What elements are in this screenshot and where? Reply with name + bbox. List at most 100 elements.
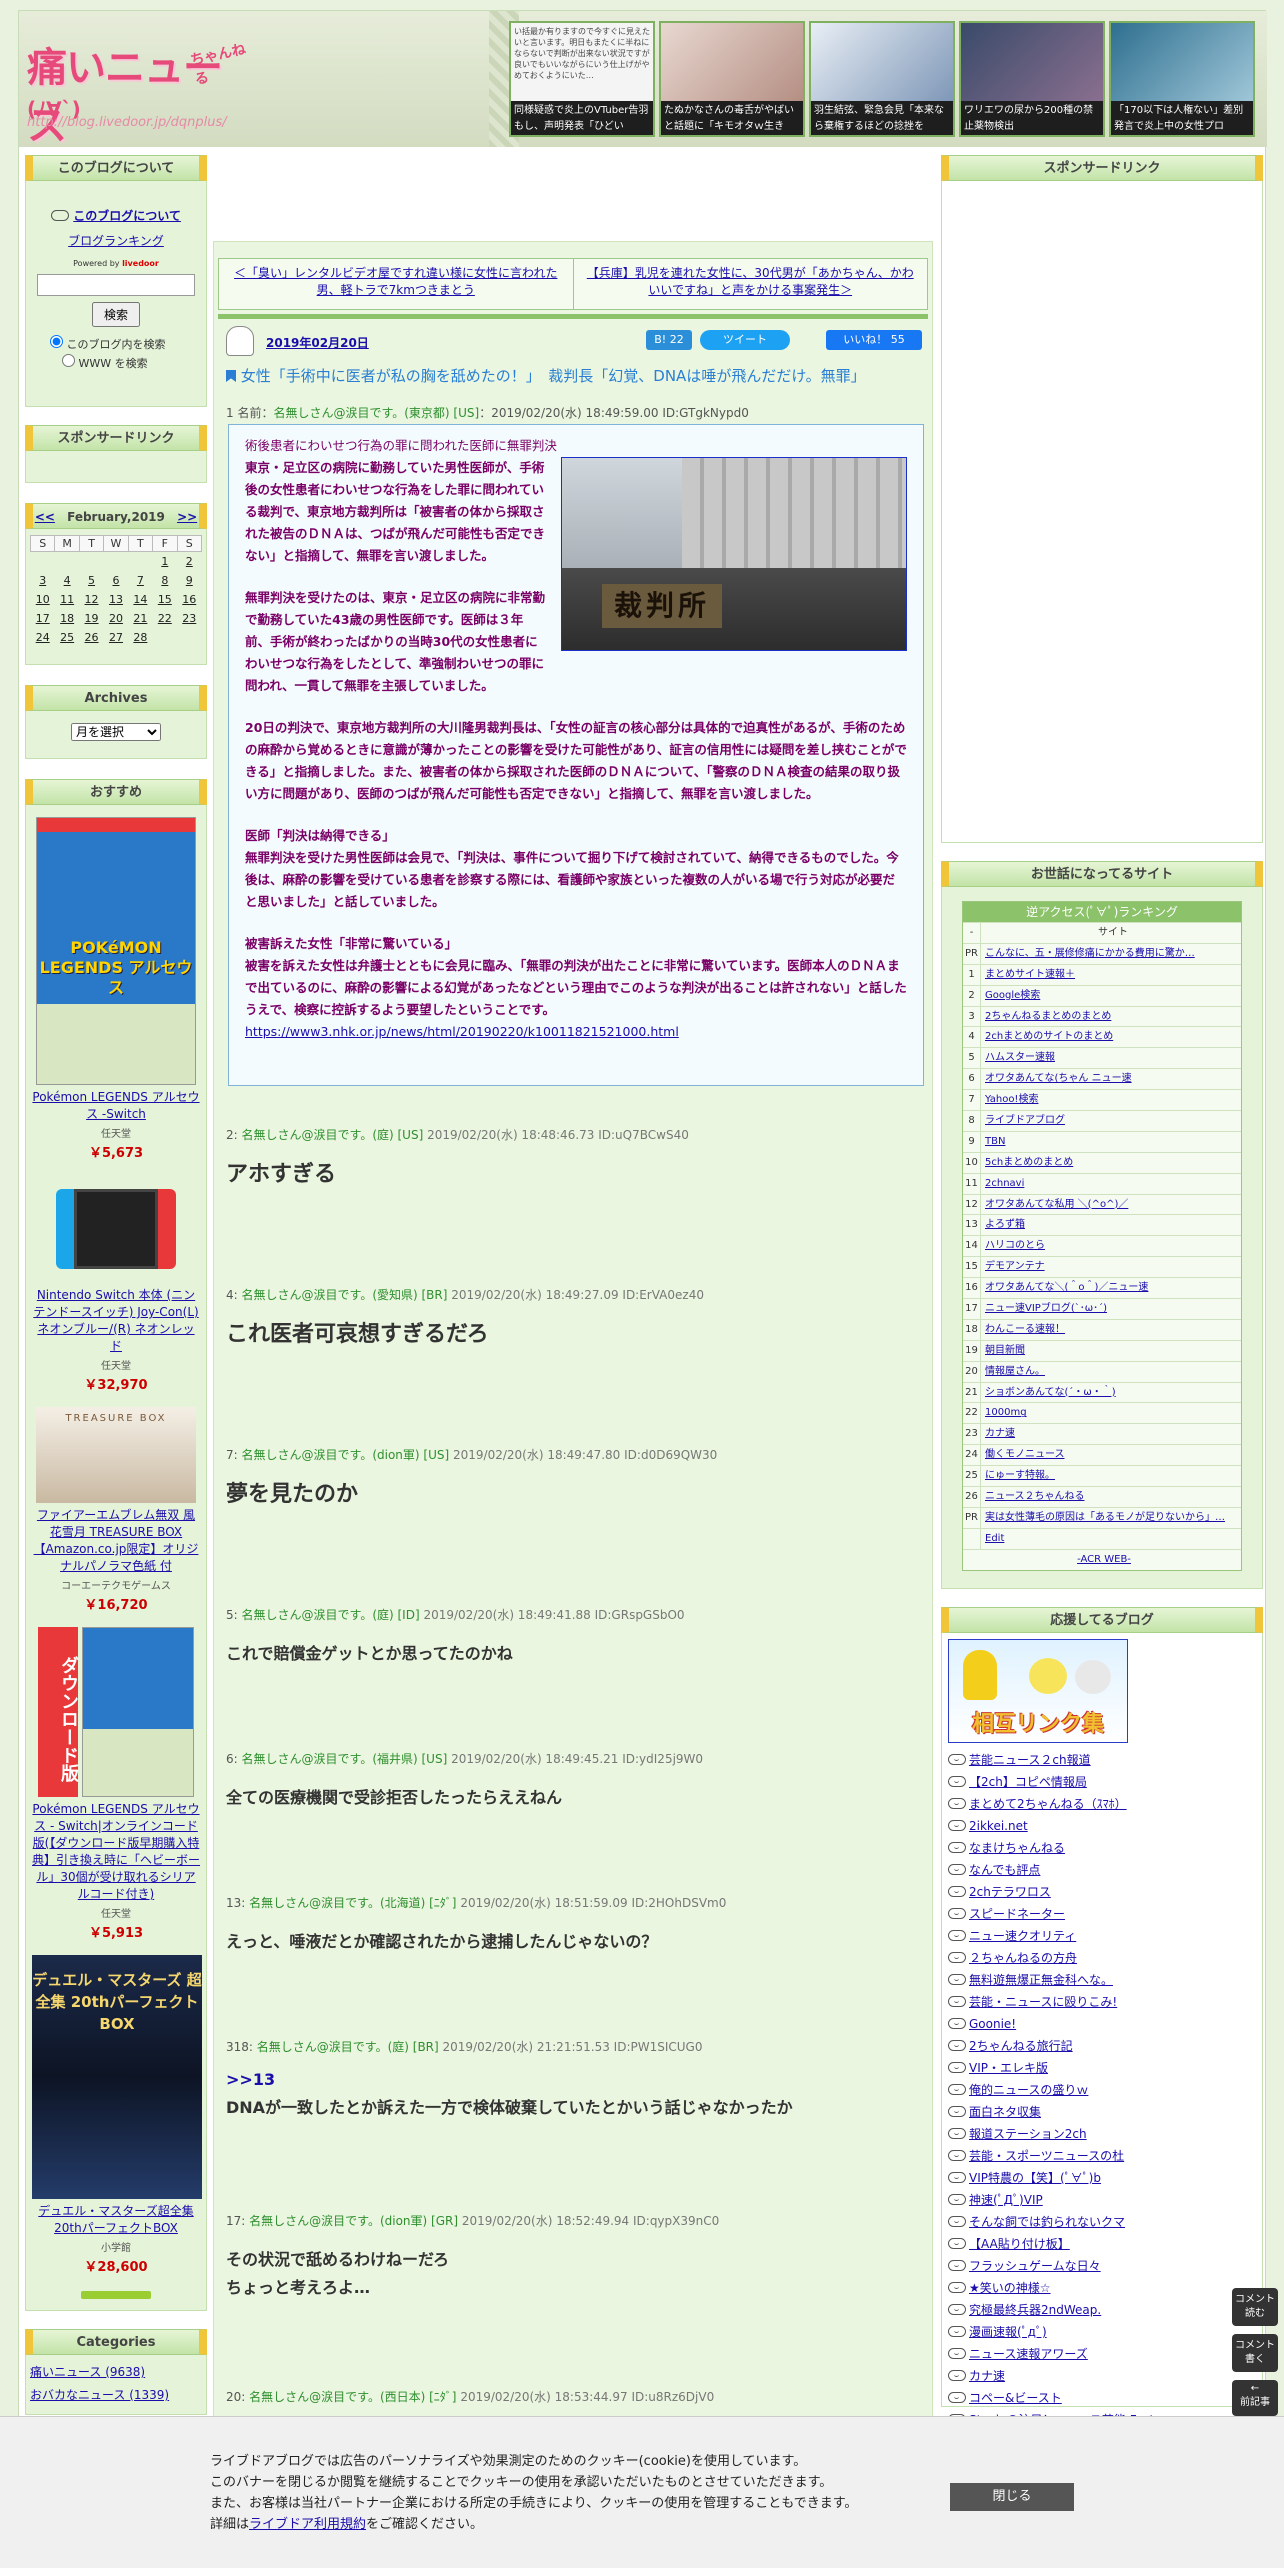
category-link[interactable]: おバカなニュース (1339)	[30, 2388, 169, 2402]
rank-site-link[interactable]: ショボンあんてな(´・ω・｀)	[981, 1383, 1241, 1403]
calendar-day[interactable]: 23	[177, 609, 201, 628]
support-link[interactable]: フラッシュゲームな日々	[969, 2259, 1101, 2273]
hatena-bookmark-button[interactable]: B! 22	[646, 330, 692, 350]
support-link[interactable]: ２ちゃんねるの方舟	[969, 1951, 1077, 1965]
support-link[interactable]: 2chテラワロス	[969, 1885, 1051, 1899]
support-link[interactable]: Goonie!	[969, 2017, 1016, 2031]
calendar-day-link[interactable]: 7	[137, 574, 144, 587]
support-link[interactable]: スピードネーター	[969, 1907, 1065, 1921]
product-name[interactable]: Pokémon LEGENDS アルセウス -Switch	[32, 1089, 200, 1123]
acr-web-link[interactable]: -ACR WEB-	[963, 1550, 1241, 1570]
post-date[interactable]: 2019年02月20日	[266, 334, 369, 351]
calendar-day[interactable]: 28	[128, 628, 152, 647]
about-link[interactable]: このブログについて	[73, 209, 181, 223]
rank-site-link[interactable]: オワタあんてな私用 ＼(^o^)／	[981, 1195, 1241, 1215]
support-link[interactable]: 【AA貼り付け板】	[969, 2237, 1070, 2251]
calendar-day[interactable]: 22	[153, 609, 177, 628]
support-link[interactable]: なまけちゃんねる	[969, 1841, 1065, 1855]
rank-site-link[interactable]: 2chまとめのサイトのまとめ	[981, 1027, 1241, 1047]
support-link[interactable]: VIP・エレキ版	[969, 2061, 1048, 2075]
support-link[interactable]: そんな飼では釣られないクマ	[969, 2215, 1125, 2229]
header-thumb-2[interactable]: たぬかなさんの毒舌がやばいと話題に「キモオタｗ生き	[659, 21, 805, 137]
support-link[interactable]: カナ速	[969, 2369, 1005, 2383]
site-logo[interactable]: 痛いニュース ちゃんねる (ﾉ∀`) http://blog.livedoor.…	[27, 25, 257, 147]
next-article-link[interactable]: 【兵庫】乳児を連れた女性に、30代男が「あかちゃん、かわいいですね」と声をかける…	[574, 259, 928, 309]
calendar-day[interactable]: 13	[104, 590, 128, 609]
product-image[interactable]	[36, 1175, 196, 1283]
calendar-day-link[interactable]: 8	[161, 574, 168, 587]
product-item[interactable]: POKéMON LEGENDS アルセウス Pokémon LEGENDS アル…	[32, 817, 200, 1161]
support-link[interactable]: 2ikkei.net	[969, 1819, 1028, 1833]
calendar-day-link[interactable]: 16	[182, 593, 196, 606]
support-link[interactable]: ニュース速報アワーズ	[969, 2347, 1088, 2361]
calendar-day[interactable]: 7	[128, 571, 152, 590]
calendar-day-link[interactable]: 3	[39, 574, 46, 587]
rank-site-link[interactable]: ニュー速VIPブログ(`･ω･´)	[981, 1299, 1241, 1319]
calendar-day[interactable]: 12	[79, 590, 103, 609]
support-link[interactable]: 漫画速報(ﾟдﾟ)	[969, 2325, 1047, 2339]
search-button[interactable]: 検索	[91, 302, 140, 327]
rank-site-link[interactable]: ニュース２ちゃんねる	[981, 1487, 1241, 1507]
calendar-day[interactable]: 21	[128, 609, 152, 628]
rank-site-link[interactable]: ハムスター速報	[981, 1048, 1241, 1068]
rank-site-link[interactable]: TBN	[981, 1132, 1241, 1152]
calendar-day[interactable]: 14	[128, 590, 152, 609]
product-image[interactable]: TREASURE BOX	[36, 1407, 196, 1503]
source-link[interactable]: https://www3.nhk.or.jp/news/html/2019022…	[245, 1024, 679, 1039]
header-thumb-4[interactable]: ワリエワの尿から200種の禁止薬物検出	[959, 21, 1105, 137]
rank-site-link[interactable]: オワタあんてな＼(＾o＾)／ニュー速	[981, 1278, 1241, 1298]
read-comments-button[interactable]: コメント読む	[1232, 2288, 1278, 2326]
rank-site-link[interactable]: にゅーす特報。	[981, 1466, 1241, 1486]
product-name[interactable]: Pokémon LEGENDS アルセウス - Switch|オンラインコード版…	[32, 1801, 200, 1903]
product-item[interactable]: TREASURE BOX ファイアーエムブレム無双 風花雪月 TREASURE …	[32, 1407, 200, 1613]
support-link[interactable]: 無料遊無爆正無金科へな。	[969, 1973, 1113, 1987]
calendar-day-link[interactable]: 18	[60, 612, 74, 625]
calendar-day[interactable]: 2	[177, 552, 201, 571]
calendar-day-link[interactable]: 20	[109, 612, 123, 625]
rank-site-link[interactable]: 働くモノニュース	[981, 1445, 1241, 1465]
rank-site-link[interactable]: 朝目新聞	[981, 1341, 1241, 1361]
calendar-day[interactable]: 3	[31, 571, 55, 590]
calendar-day-link[interactable]: 21	[133, 612, 147, 625]
header-thumb-3[interactable]: 羽生結弦、緊急会見「本来なら棄権するほどの捻挫を	[809, 21, 955, 137]
rank-site-link[interactable]: Google検索	[981, 986, 1241, 1006]
support-link[interactable]: 芸能ニュース２ch報道	[969, 1753, 1091, 1767]
calendar-day-link[interactable]: 5	[88, 574, 95, 587]
calendar-day[interactable]: 16	[177, 590, 201, 609]
tweet-button[interactable]: ツイート	[700, 330, 790, 350]
calendar-day-link[interactable]: 13	[109, 593, 123, 606]
support-link[interactable]: 報道ステーション2ch	[969, 2127, 1087, 2141]
support-link[interactable]: 2ちゃんねる旅行記	[969, 2039, 1073, 2053]
header-thumb-5[interactable]: 「170以下は人権ない」差別発言で炎上中の女性プロ	[1109, 21, 1255, 137]
calendar-day-link[interactable]: 6	[112, 574, 119, 587]
calendar-prev[interactable]: <<	[35, 510, 55, 524]
terms-link[interactable]: ライブドア利用規約	[249, 2517, 366, 2532]
product-image[interactable]: ダウンロード版	[36, 1627, 196, 1797]
search-input[interactable]	[37, 274, 195, 296]
calendar-day[interactable]: 26	[79, 628, 103, 647]
cookie-close-button[interactable]: 閉じる	[950, 2483, 1074, 2511]
support-link[interactable]: コペー&ビースト	[969, 2391, 1062, 2405]
rank-site-link[interactable]: わんこーる速報！	[981, 1320, 1241, 1340]
amazon-badge[interactable]	[81, 2291, 151, 2299]
facebook-like-button[interactable]: いいね！ 55	[826, 330, 922, 350]
calendar-day[interactable]: 6	[104, 571, 128, 590]
calendar-day[interactable]: 10	[31, 590, 55, 609]
rank-site-link[interactable]: ライブドアブログ	[981, 1111, 1241, 1131]
support-link[interactable]: 神速(ﾟДﾟ)VIP	[969, 2193, 1043, 2207]
calendar-day-link[interactable]: 1	[161, 555, 168, 568]
product-image[interactable]: POKéMON LEGENDS アルセウス	[36, 817, 196, 1085]
support-link[interactable]: 芸能・スポーツニュースの杜	[969, 2149, 1124, 2163]
support-link[interactable]: VIP特農の【笑】(ﾟ∀ﾟ)b	[969, 2171, 1101, 2185]
calendar-day[interactable]: 5	[79, 571, 103, 590]
radio-blog-search[interactable]	[50, 335, 63, 348]
support-link[interactable]: 【2ch】コピペ情報局	[969, 1775, 1087, 1789]
calendar-day[interactable]: 8	[153, 571, 177, 590]
archives-select[interactable]: 月を選択	[71, 723, 161, 741]
calendar-day-link[interactable]: 25	[60, 631, 74, 644]
calendar-day-link[interactable]: 2	[186, 555, 193, 568]
calendar-day-link[interactable]: 17	[36, 612, 50, 625]
product-name[interactable]: ファイアーエムブレム無双 風花雪月 TREASURE BOX 【Amazon.c…	[32, 1507, 200, 1575]
calendar-day[interactable]: 17	[31, 609, 55, 628]
product-item[interactable]: Nintendo Switch 本体 (ニンテンドースイッチ) Joy-Con(…	[32, 1175, 200, 1393]
